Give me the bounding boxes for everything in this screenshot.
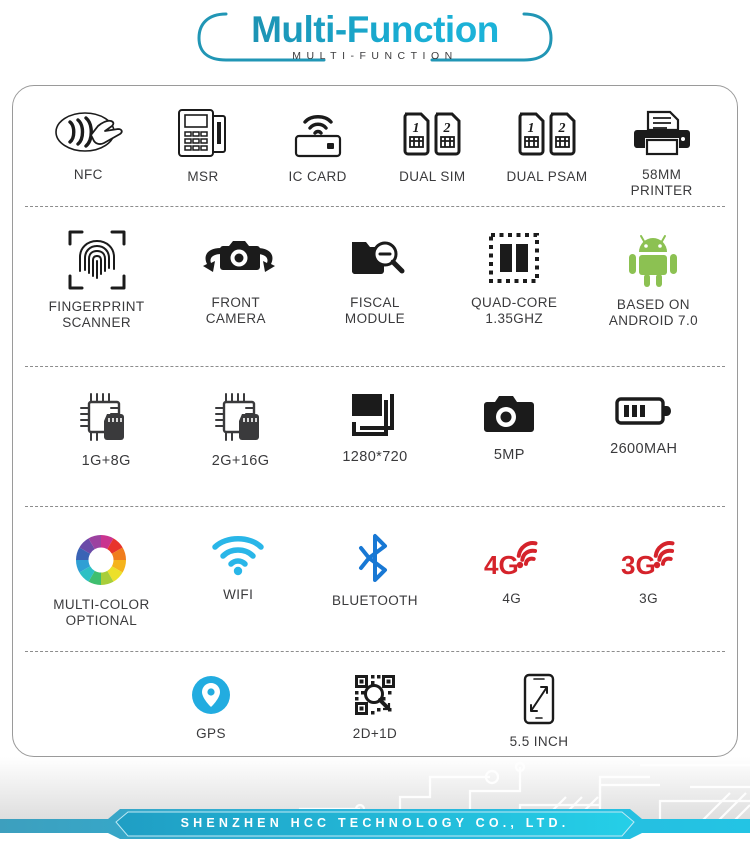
network-4g-icon: 4G bbox=[479, 532, 545, 582]
feature-item-memory-2g16g: 2G+16G bbox=[176, 390, 306, 469]
feature-label: GPS bbox=[196, 726, 226, 741]
feature-item-battery: 2600MAH bbox=[579, 390, 709, 457]
color-wheel-icon bbox=[73, 532, 129, 588]
front-camera-icon bbox=[197, 230, 275, 286]
feature-label: 2D+1D bbox=[352, 726, 398, 741]
feature-label: BASED ON ANDROID 7.0 bbox=[608, 297, 698, 328]
feature-item-bluetooth: BLUETOOTH bbox=[311, 532, 439, 609]
memory-chip-icon bbox=[77, 390, 135, 444]
feature-item-gps: GPS bbox=[151, 673, 271, 742]
feature-label: 1280*720 bbox=[342, 449, 408, 465]
sim-badge-2: 2 bbox=[443, 121, 451, 136]
battery-icon bbox=[614, 390, 674, 432]
feature-item-ic-card: IC CARD bbox=[260, 106, 375, 185]
page-footer: SHENZHEN HCC TECHNOLOGY CO., LTD. bbox=[0, 757, 750, 863]
feature-item-fiscal-module: FISCAL MODULE bbox=[305, 230, 444, 327]
feature-label: MULTI-COLOR OPTIONAL bbox=[53, 597, 150, 628]
feature-row: 1G+8G 2G+16G 1280*720 5MP 2600MAH bbox=[13, 366, 737, 506]
feature-row: NFC MSR IC CARD 1 2 DUAL SIM 1 2 DUAL PS… bbox=[13, 86, 737, 206]
feature-item-wifi: WIFI bbox=[174, 532, 302, 603]
bluetooth-icon bbox=[355, 532, 395, 584]
network-3g-icon: 3G bbox=[616, 532, 682, 582]
nfc-icon bbox=[52, 106, 124, 158]
feature-item-memory-1g8g: 1G+8G bbox=[41, 390, 171, 469]
feature-item-nfc: NFC bbox=[31, 106, 146, 183]
feature-item-resolution: 1280*720 bbox=[310, 390, 440, 465]
feature-item-dual-sim: 1 2 DUAL SIM bbox=[375, 106, 490, 185]
feature-item-scanner: 2D+1D bbox=[315, 673, 435, 742]
feature-label: 2G+16G bbox=[211, 453, 270, 469]
feature-label: QUAD-CORE 1.35GHZ bbox=[471, 295, 558, 326]
psam-badge-2: 2 bbox=[558, 121, 566, 136]
android-robot-icon bbox=[627, 230, 679, 288]
feature-item-msr: MSR bbox=[146, 106, 261, 185]
feature-item-android: BASED ON ANDROID 7.0 bbox=[584, 230, 723, 329]
feature-label: FINGERPRINT SCANNER bbox=[48, 299, 145, 330]
gps-pin-icon bbox=[189, 673, 233, 717]
dual-sim-icon: 1 2 bbox=[399, 106, 465, 160]
feature-label: MSR bbox=[187, 169, 219, 184]
feature-item-3g: 3G 3G bbox=[585, 532, 713, 607]
feature-row: MULTI-COLOR OPTIONAL WIFI BLUETOOTH 4G 4… bbox=[13, 506, 737, 651]
page-subtitle: MULTI-FUNCTION bbox=[292, 50, 458, 62]
feature-label: WIFI bbox=[223, 587, 254, 602]
memory-chip-icon bbox=[212, 390, 270, 444]
feature-label: BLUETOOTH bbox=[332, 593, 418, 608]
dual-psam-icon: 1 2 bbox=[514, 106, 580, 160]
msr-terminal-icon bbox=[175, 106, 231, 160]
feature-item-front-camera: FRONT CAMERA bbox=[166, 230, 305, 327]
fiscal-module-icon bbox=[344, 230, 406, 286]
feature-item-printer: 58MM PRINTER bbox=[604, 106, 719, 199]
resolution-icon bbox=[348, 390, 402, 440]
camera-icon bbox=[481, 390, 537, 438]
ic-card-icon bbox=[288, 106, 348, 160]
feature-item-4g: 4G 4G bbox=[448, 532, 576, 607]
sim-badge-1: 1 bbox=[413, 121, 420, 136]
feature-item-multi-color: MULTI-COLOR OPTIONAL bbox=[37, 532, 165, 629]
screen-size-icon bbox=[521, 673, 557, 725]
feature-label: FRONT CAMERA bbox=[205, 295, 266, 326]
feature-label: 1G+8G bbox=[81, 453, 131, 469]
feature-item-screen-size: 5.5 INCH bbox=[479, 673, 599, 750]
wifi-icon bbox=[210, 532, 266, 578]
feature-label: 2600MAH bbox=[610, 441, 678, 457]
feature-label: NFC bbox=[73, 167, 103, 182]
qr-scanner-icon bbox=[353, 673, 397, 717]
feature-label: 3G bbox=[639, 591, 658, 606]
feature-label: 5.5 INCH bbox=[509, 734, 569, 749]
page-header: Multi-Function MULTI-FUNCTION bbox=[0, 0, 750, 80]
quad-core-chip-icon bbox=[486, 230, 542, 286]
network-badge-text: 3G bbox=[621, 550, 656, 580]
feature-row: FINGERPRINT SCANNER FRONT CAMERA FISCAL … bbox=[13, 206, 737, 366]
feature-item-quad-core: QUAD-CORE 1.35GHZ bbox=[445, 230, 584, 327]
feature-label: 4G bbox=[502, 591, 522, 606]
feature-item-fingerprint: FINGERPRINT SCANNER bbox=[27, 230, 166, 331]
feature-label: 5MP bbox=[493, 447, 525, 463]
feature-row: GPS 2D+1D 5.5 INCH bbox=[13, 651, 737, 756]
fingerprint-scanner-icon bbox=[68, 230, 126, 290]
psam-badge-1: 1 bbox=[528, 121, 535, 136]
feature-item-camera: 5MP bbox=[444, 390, 574, 463]
feature-item-dual-psam: 1 2 DUAL PSAM bbox=[490, 106, 605, 185]
features-card: NFC MSR IC CARD 1 2 DUAL SIM 1 2 DUAL PS… bbox=[12, 85, 738, 757]
feature-label: 58MM PRINTER bbox=[630, 167, 693, 198]
page-title: Multi-Function bbox=[0, 8, 750, 52]
feature-label: DUAL SIM bbox=[399, 169, 466, 184]
feature-label: FISCAL MODULE bbox=[344, 295, 406, 326]
feature-label: IC CARD bbox=[288, 169, 347, 184]
footer-company-name: SHENZHEN HCC TECHNOLOGY CO., LTD. bbox=[180, 816, 570, 830]
printer-icon bbox=[632, 106, 692, 158]
feature-label: DUAL PSAM bbox=[506, 169, 588, 184]
network-badge-text: 4G bbox=[484, 550, 519, 580]
